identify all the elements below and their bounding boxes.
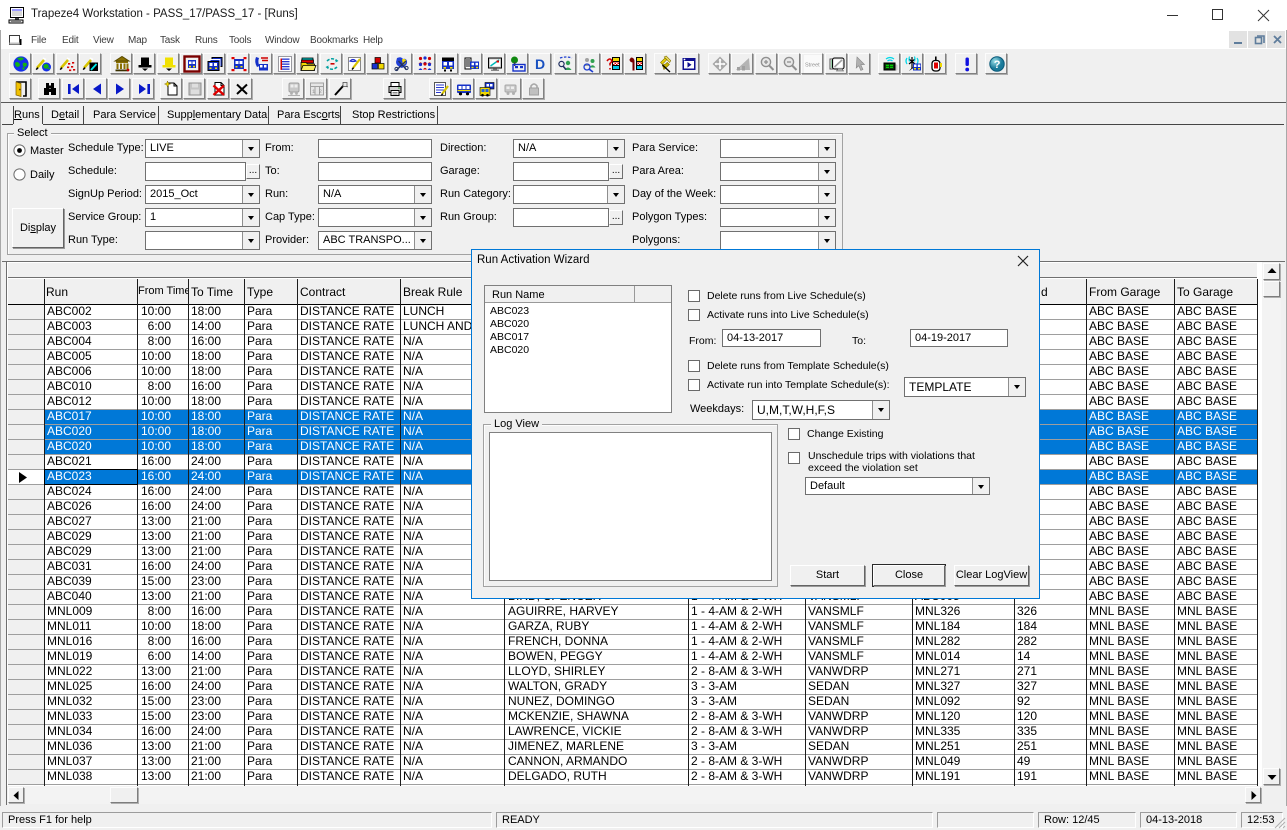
svg-text:?: ? [994,59,1001,71]
svg-text:D: D [535,56,545,72]
svg-text:Street: Street [805,63,820,69]
svg-text:1 2 3: 1 2 3 [312,88,326,95]
